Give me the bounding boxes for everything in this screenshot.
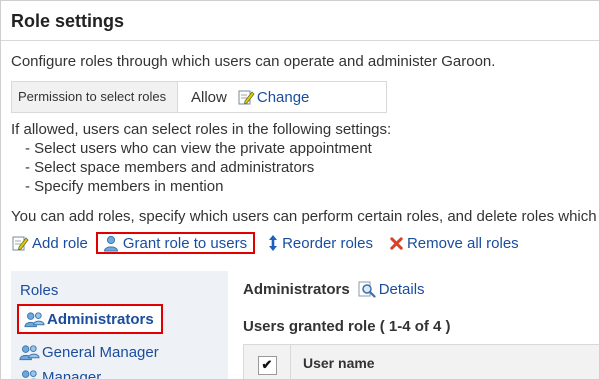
column-header-user-name[interactable]: User name	[291, 345, 375, 379]
grant-role-button[interactable]: Grant role to users	[95, 232, 256, 254]
checkbox-check-icon: ✔	[261, 357, 273, 372]
grant-role-label: Grant role to users	[122, 234, 248, 252]
role-label: Manager	[42, 368, 102, 380]
select-all-cell: ✔	[244, 345, 291, 379]
granted-users-count: Users granted role ( 1-4 of 4 )	[243, 318, 451, 335]
edit-icon	[12, 236, 29, 251]
role-item-manager[interactable]: Manager	[19, 368, 102, 380]
reorder-arrows-icon	[269, 235, 278, 251]
role-label: General Manager	[42, 343, 159, 361]
role-detail-header: Administrators Details	[243, 280, 425, 298]
reorder-roles-label: Reorder roles	[282, 234, 373, 252]
permission-value: Allow	[191, 88, 227, 106]
select-all-checkbox[interactable]: ✔	[257, 355, 277, 375]
role-toolbar: Add role Grant role to users Reorder rol…	[11, 232, 519, 254]
note-item: - Select users who can view the private …	[25, 140, 372, 157]
remove-all-roles-button[interactable]: Remove all roles	[389, 235, 519, 252]
roles-panel: Roles Administrators General Manager Man…	[11, 271, 228, 380]
group-icon	[19, 345, 40, 361]
page-title: Role settings	[11, 11, 125, 31]
permission-label: Permission to select roles	[12, 82, 178, 112]
magnifier-icon	[358, 281, 376, 298]
delete-x-icon	[390, 236, 403, 250]
details-label: Details	[378, 280, 425, 298]
user-icon	[103, 235, 118, 252]
settings-note: If allowed, users can select roles in th…	[11, 120, 391, 196]
details-link[interactable]: Details	[358, 280, 425, 298]
add-role-label: Add role	[32, 234, 88, 252]
permission-value-cell: Allow Change	[178, 82, 309, 112]
role-item-administrators[interactable]: Administrators	[17, 304, 163, 334]
group-icon	[24, 312, 45, 328]
remove-all-roles-label: Remove all roles	[406, 234, 519, 252]
roles-info-text: You can add roles, specify which users c…	[11, 208, 597, 225]
change-label: Change	[256, 88, 310, 106]
add-role-button[interactable]: Add role	[11, 234, 88, 252]
role-item-general-manager[interactable]: General Manager	[19, 343, 159, 361]
change-permission-link[interactable]: Change	[237, 88, 310, 106]
reorder-roles-button[interactable]: Reorder roles	[267, 234, 373, 252]
title-divider	[1, 40, 599, 41]
role-settings-window: Role settings Configure roles through wh…	[0, 0, 600, 380]
granted-users-table-header: ✔ User name	[243, 344, 599, 379]
note-item: - Specify members in mention	[25, 178, 224, 195]
page-description: Configure roles through which users can …	[11, 53, 496, 70]
roles-heading-link[interactable]: Roles	[20, 282, 58, 299]
note-item: - Select space members and administrator…	[25, 159, 315, 176]
role-label: Administrators	[47, 310, 154, 328]
selected-role-name: Administrators	[243, 280, 350, 298]
edit-icon	[238, 90, 255, 105]
permission-table: Permission to select roles Allow Change	[11, 81, 387, 113]
note-intro: If allowed, users can select roles in th…	[11, 121, 392, 138]
note-list: - Select users who can view the private …	[11, 139, 391, 196]
group-icon	[21, 370, 37, 379]
